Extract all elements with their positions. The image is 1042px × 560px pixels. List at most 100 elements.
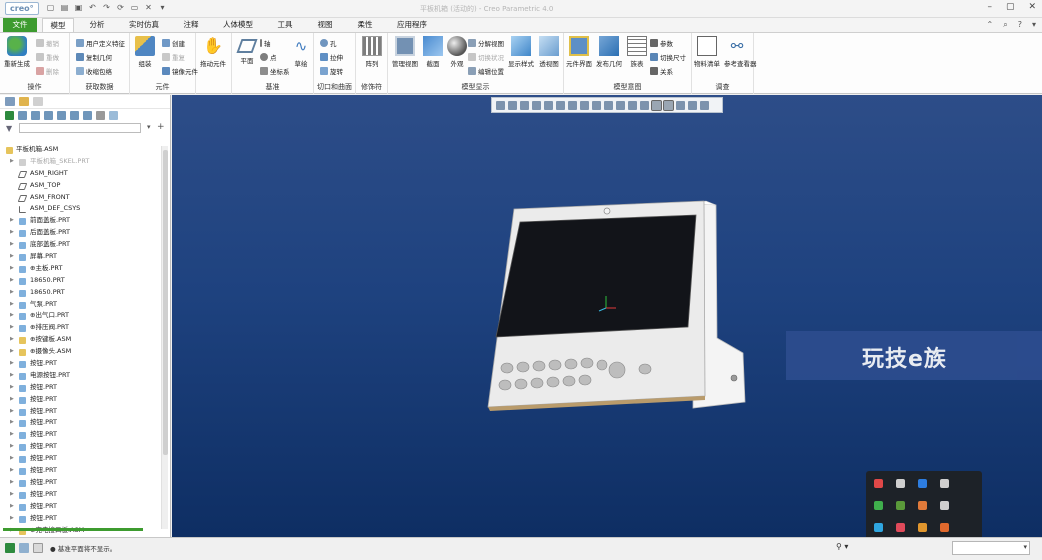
plane-button[interactable]: 平面 xyxy=(234,36,260,65)
expand-arrow-icon[interactable]: ▶ xyxy=(10,441,14,453)
repeat-button[interactable]: 重复 xyxy=(162,52,185,62)
tree-horizontal-scrollbar[interactable] xyxy=(3,526,161,534)
tray-app-icon[interactable] xyxy=(874,479,883,488)
find-icon[interactable] xyxy=(96,111,105,120)
tray-monitor-icon[interactable] xyxy=(940,501,949,510)
shrinkwrap-button[interactable]: 收缩包络 xyxy=(76,66,112,76)
tab-manikin[interactable]: 人体模型 xyxy=(216,18,260,32)
point-button[interactable]: 点 xyxy=(260,52,277,62)
tree-settings-icon[interactable] xyxy=(5,111,14,120)
tab-model[interactable]: 模型 xyxy=(42,18,74,32)
publish-geometry-button[interactable]: 发布几何 xyxy=(596,36,622,68)
tab-annotate[interactable]: 注释 xyxy=(176,18,206,32)
expand-arrow-icon[interactable]: ▶ xyxy=(10,370,14,382)
maximize-icon[interactable]: ▢ xyxy=(1006,2,1015,12)
tree-row[interactable]: ASM_RIGHT xyxy=(0,168,160,180)
tray-bluetooth-icon[interactable] xyxy=(918,479,927,488)
tree-row[interactable]: ▶ 按钮.PRT xyxy=(0,394,160,406)
status-green-icon[interactable] xyxy=(5,543,15,553)
tree-row[interactable]: ▶ 按钮.PRT xyxy=(0,501,160,513)
expand-arrow-icon[interactable]: ▶ xyxy=(10,417,14,429)
expand-arrow-icon[interactable]: ▶ xyxy=(10,394,14,406)
tray-wechat-icon[interactable] xyxy=(874,501,883,510)
perspective-view-icon[interactable] xyxy=(580,101,589,110)
toggle-status-button[interactable]: 切换状况 xyxy=(468,52,504,62)
expand-arrow-icon[interactable]: ▶ xyxy=(10,322,14,334)
tray-orange2-app-icon[interactable] xyxy=(940,523,949,532)
drag-components-button[interactable]: ✋ 拖动元件 xyxy=(200,36,226,68)
tree-row[interactable]: ASM_TOP xyxy=(0,180,160,192)
component-interface-button[interactable]: 元件界面 xyxy=(566,36,592,68)
redo-ops-button[interactable]: 重做 xyxy=(36,52,59,62)
section-button[interactable]: 截面 xyxy=(420,36,446,68)
tree-row[interactable]: ▶ 底部盖板.PRT xyxy=(0,239,160,251)
folder-browser-tab-icon[interactable] xyxy=(19,97,29,106)
expand-arrow-icon[interactable]: ▶ xyxy=(10,501,14,513)
expand-arrow-icon[interactable]: ▶ xyxy=(10,299,14,311)
switch-dims-button[interactable]: 切换尺寸 xyxy=(650,52,686,62)
tree-row[interactable]: ▶ 平板机箱_SKEL.PRT xyxy=(0,156,160,168)
new-file-icon[interactable]: ▢ xyxy=(46,3,55,13)
expand-arrow-icon[interactable]: ▶ xyxy=(10,382,14,394)
tree-row[interactable]: ▶ ⊕摄像头.ASM xyxy=(0,346,160,358)
tree-row[interactable]: ASM_FRONT xyxy=(0,192,160,204)
tree-row[interactable]: ASM_DEF_CSYS xyxy=(0,203,160,215)
expand-arrow-icon[interactable]: ▶ xyxy=(10,406,14,418)
tray-red-app-icon[interactable] xyxy=(896,523,905,532)
pause-icon[interactable] xyxy=(688,101,697,110)
tab-tools[interactable]: 工具 xyxy=(270,18,300,32)
tree-row[interactable]: ▶ 按钮.PRT xyxy=(0,489,160,501)
annotation-display-icon[interactable] xyxy=(651,100,662,111)
zoom-in-icon[interactable] xyxy=(508,101,517,110)
tray-edge-icon[interactable] xyxy=(874,523,883,532)
tab-analysis[interactable]: 分析 xyxy=(82,18,112,32)
expand-arrow-icon[interactable]: ▶ xyxy=(10,239,14,251)
tree-row[interactable]: ▶ 按钮.PRT xyxy=(0,441,160,453)
bom-button[interactable]: 物料清单 xyxy=(694,36,720,68)
saved-orientations-icon[interactable] xyxy=(556,101,565,110)
expand-icon[interactable] xyxy=(83,111,92,120)
tree-row[interactable]: ▶ ⊕出气口.PRT xyxy=(0,310,160,322)
show-icon[interactable] xyxy=(18,111,27,120)
expand-arrow-icon[interactable]: ▶ xyxy=(10,513,14,525)
tree-row[interactable]: ▶ 电源按钮.PRT xyxy=(0,370,160,382)
expand-arrow-icon[interactable]: ▶ xyxy=(10,465,14,477)
appearance-button[interactable]: 外观 xyxy=(444,36,470,68)
tree-columns-icon[interactable] xyxy=(109,111,118,120)
csys-display-icon[interactable] xyxy=(640,101,649,110)
tree-row[interactable]: ▶ 按钮.PRT xyxy=(0,406,160,418)
tree-row[interactable]: ▶ 按钮.PRT xyxy=(0,453,160,465)
tree-row[interactable]: ▶ 按钮.PRT xyxy=(0,465,160,477)
point-display-icon[interactable] xyxy=(628,101,637,110)
tab-live-simulation[interactable]: 实时仿真 xyxy=(122,18,166,32)
expand-arrow-icon[interactable]: ▶ xyxy=(10,156,14,168)
tree-row[interactable]: ▶ 按钮.PRT xyxy=(0,513,160,525)
create-button[interactable]: 创建 xyxy=(162,38,185,48)
tablet-enclosure-model[interactable] xyxy=(472,195,762,425)
tree-row[interactable]: ▶ ⊕按键板.ASM xyxy=(0,334,160,346)
tab-file[interactable]: 文件 xyxy=(3,18,37,32)
reference-viewer-button[interactable]: ⚯ 参考查看器 xyxy=(724,36,757,68)
more-icon[interactable] xyxy=(700,101,709,110)
tree-row[interactable]: ▶ ⊕主板.PRT xyxy=(0,263,160,275)
expand-arrow-icon[interactable]: ▶ xyxy=(10,275,14,287)
tree-row[interactable]: ▶ 18650.PRT xyxy=(0,275,160,287)
extrude-button[interactable]: 拉伸 xyxy=(320,52,343,62)
tree-row[interactable]: ▶ 前面盖板.PRT xyxy=(0,215,160,227)
graphics-viewport[interactable]: 玩技e族 xyxy=(172,95,1042,537)
revolve-button[interactable]: 旋转 xyxy=(320,66,343,76)
edit-position-button[interactable]: 编辑位置 xyxy=(468,66,504,76)
expand-arrow-icon[interactable]: ▶ xyxy=(10,453,14,465)
help-icon[interactable]: ? xyxy=(1018,20,1022,30)
expand-arrow-icon[interactable]: ▶ xyxy=(10,215,14,227)
regenerate-button[interactable]: 重新生成 xyxy=(4,36,30,68)
refit-icon[interactable] xyxy=(496,101,505,110)
mirror-component-button[interactable]: 镜像元件 xyxy=(162,66,198,76)
regenerate-icon[interactable]: ⟳ xyxy=(116,3,125,13)
options-icon[interactable]: ▾ xyxy=(1032,20,1036,30)
selection-filter-dropdown[interactable]: ▾ xyxy=(952,541,1030,555)
pattern-button[interactable]: 阵列 xyxy=(359,36,385,68)
find-binoculars-icon[interactable]: ⚲ ▾ xyxy=(836,542,848,551)
datum-display-icon[interactable] xyxy=(592,101,601,110)
axis-display-icon[interactable] xyxy=(616,101,625,110)
